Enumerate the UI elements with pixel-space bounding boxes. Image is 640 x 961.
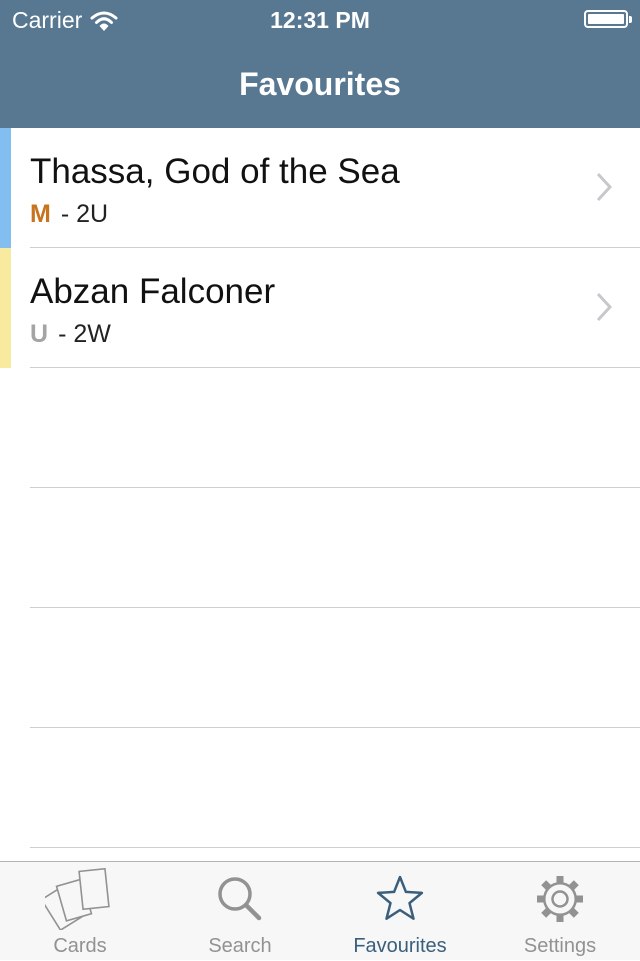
separator-dash: - <box>58 320 67 348</box>
tab-label: Search <box>208 935 272 957</box>
battery-icon <box>584 10 632 28</box>
chevron-right-icon <box>596 292 612 322</box>
tab-label: Settings <box>523 935 597 957</box>
tab-bar: Cards Search Favourites Settings <box>0 861 640 960</box>
separator-dash: - <box>60 200 70 228</box>
gear-icon <box>537 876 583 922</box>
mana-cost: 2W <box>73 320 111 348</box>
star-icon <box>376 875 424 920</box>
favourite-row-0[interactable]: Thassa, God of the Sea M- 2U <box>0 128 640 248</box>
empty-row <box>0 488 640 608</box>
favourite-row-1[interactable]: Abzan Falconer U- 2W <box>0 248 640 368</box>
tab-label: Cards <box>53 935 107 957</box>
card-details: U- 2W <box>30 320 111 349</box>
rarity-badge: M <box>30 200 51 228</box>
rarity-badge: U <box>30 320 49 348</box>
empty-row <box>0 608 640 728</box>
search-icon <box>218 877 262 921</box>
status-bar: Carrier 12:31 PM <box>0 0 640 40</box>
color-stripe <box>0 128 11 248</box>
chevron-right-icon <box>596 172 612 202</box>
status-time: 12:31 PM <box>270 7 370 33</box>
favourites-list: Thassa, God of the Sea M- 2U Abzan Falco… <box>0 128 640 861</box>
tab-cards[interactable]: Cards <box>0 862 160 961</box>
row-separator <box>30 847 640 848</box>
navigation-bar: Favourites <box>0 40 640 128</box>
tab-settings[interactable]: Settings <box>480 862 640 961</box>
color-stripe <box>0 248 11 368</box>
card-details: M- 2U <box>30 200 108 229</box>
tab-search[interactable]: Search <box>160 862 320 961</box>
empty-row <box>0 728 640 848</box>
cards-icon <box>45 868 110 930</box>
tab-favourites[interactable]: Favourites <box>320 862 480 961</box>
tab-label: Favourites <box>353 935 447 957</box>
card-name: Abzan Falconer <box>30 272 276 311</box>
empty-row <box>0 368 640 488</box>
page-title: Favourites <box>239 66 401 102</box>
mana-cost: 2U <box>76 200 109 228</box>
card-name: Thassa, God of the Sea <box>30 152 400 191</box>
